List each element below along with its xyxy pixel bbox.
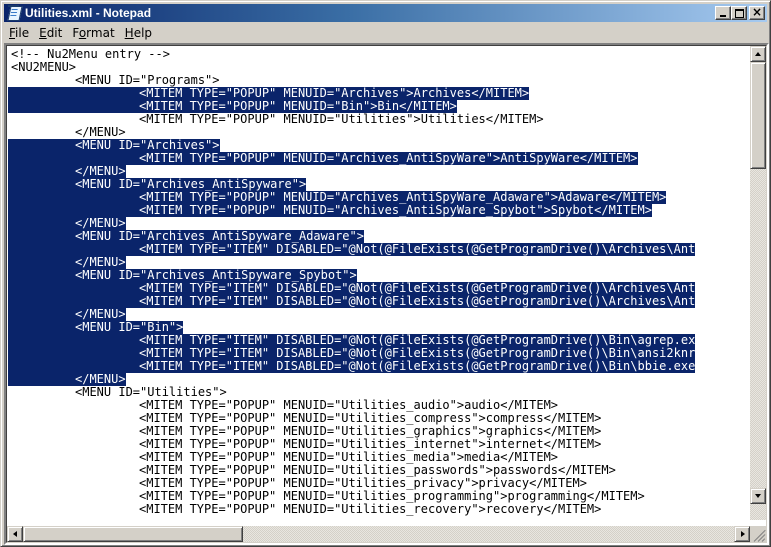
text-line: <!-- Nu2Menu entry -->	[11, 48, 170, 61]
menu-format[interactable]: Format	[67, 26, 119, 40]
notepad-icon	[6, 5, 23, 21]
arrow-down-icon	[755, 494, 761, 498]
scroll-down-button[interactable]	[750, 488, 766, 504]
horizontal-scrollbar[interactable]	[7, 526, 750, 542]
arrow-right-icon	[741, 531, 745, 537]
scroll-up-button[interactable]	[750, 46, 766, 62]
window-controls: ×	[715, 5, 765, 20]
arrow-left-icon	[13, 531, 17, 537]
arrow-up-icon	[755, 52, 761, 56]
resize-grip[interactable]	[750, 526, 766, 542]
close-button[interactable]: ×	[749, 5, 765, 20]
text-content[interactable]: <!-- Nu2Menu entry --> <NU2MENU> <MENU ID=…	[8, 48, 751, 520]
scroll-left-button[interactable]	[7, 526, 23, 542]
menu-file[interactable]: File	[4, 26, 34, 40]
vertical-scrollbar[interactable]	[750, 46, 766, 520]
vertical-scroll-thumb[interactable]	[750, 62, 766, 169]
text-line: <MITEM TYPE="POPUP" MENUID="Utilities_re…	[139, 502, 602, 516]
menu-edit[interactable]: Edit	[34, 26, 67, 40]
menu-bar: File Edit Format Help	[4, 23, 157, 42]
close-icon: ×	[751, 5, 763, 19]
horizontal-scroll-thumb[interactable]	[23, 526, 243, 542]
title-bar[interactable]: Utilities.xml - Notepad ×	[4, 4, 767, 22]
window-title: Utilities.xml - Notepad	[25, 6, 152, 20]
text-editor[interactable]: <!-- Nu2Menu entry --> <NU2MENU> <MENU ID=…	[4, 43, 769, 545]
maximize-button[interactable]	[731, 6, 747, 20]
minimize-icon	[720, 15, 726, 17]
menu-help[interactable]: Help	[120, 26, 157, 40]
scroll-right-button[interactable]	[734, 526, 750, 542]
maximize-icon	[735, 9, 744, 18]
minimize-button[interactable]	[715, 6, 731, 20]
notepad-window: Utilities.xml - Notepad × File Edit Format…	[0, 0, 771, 547]
